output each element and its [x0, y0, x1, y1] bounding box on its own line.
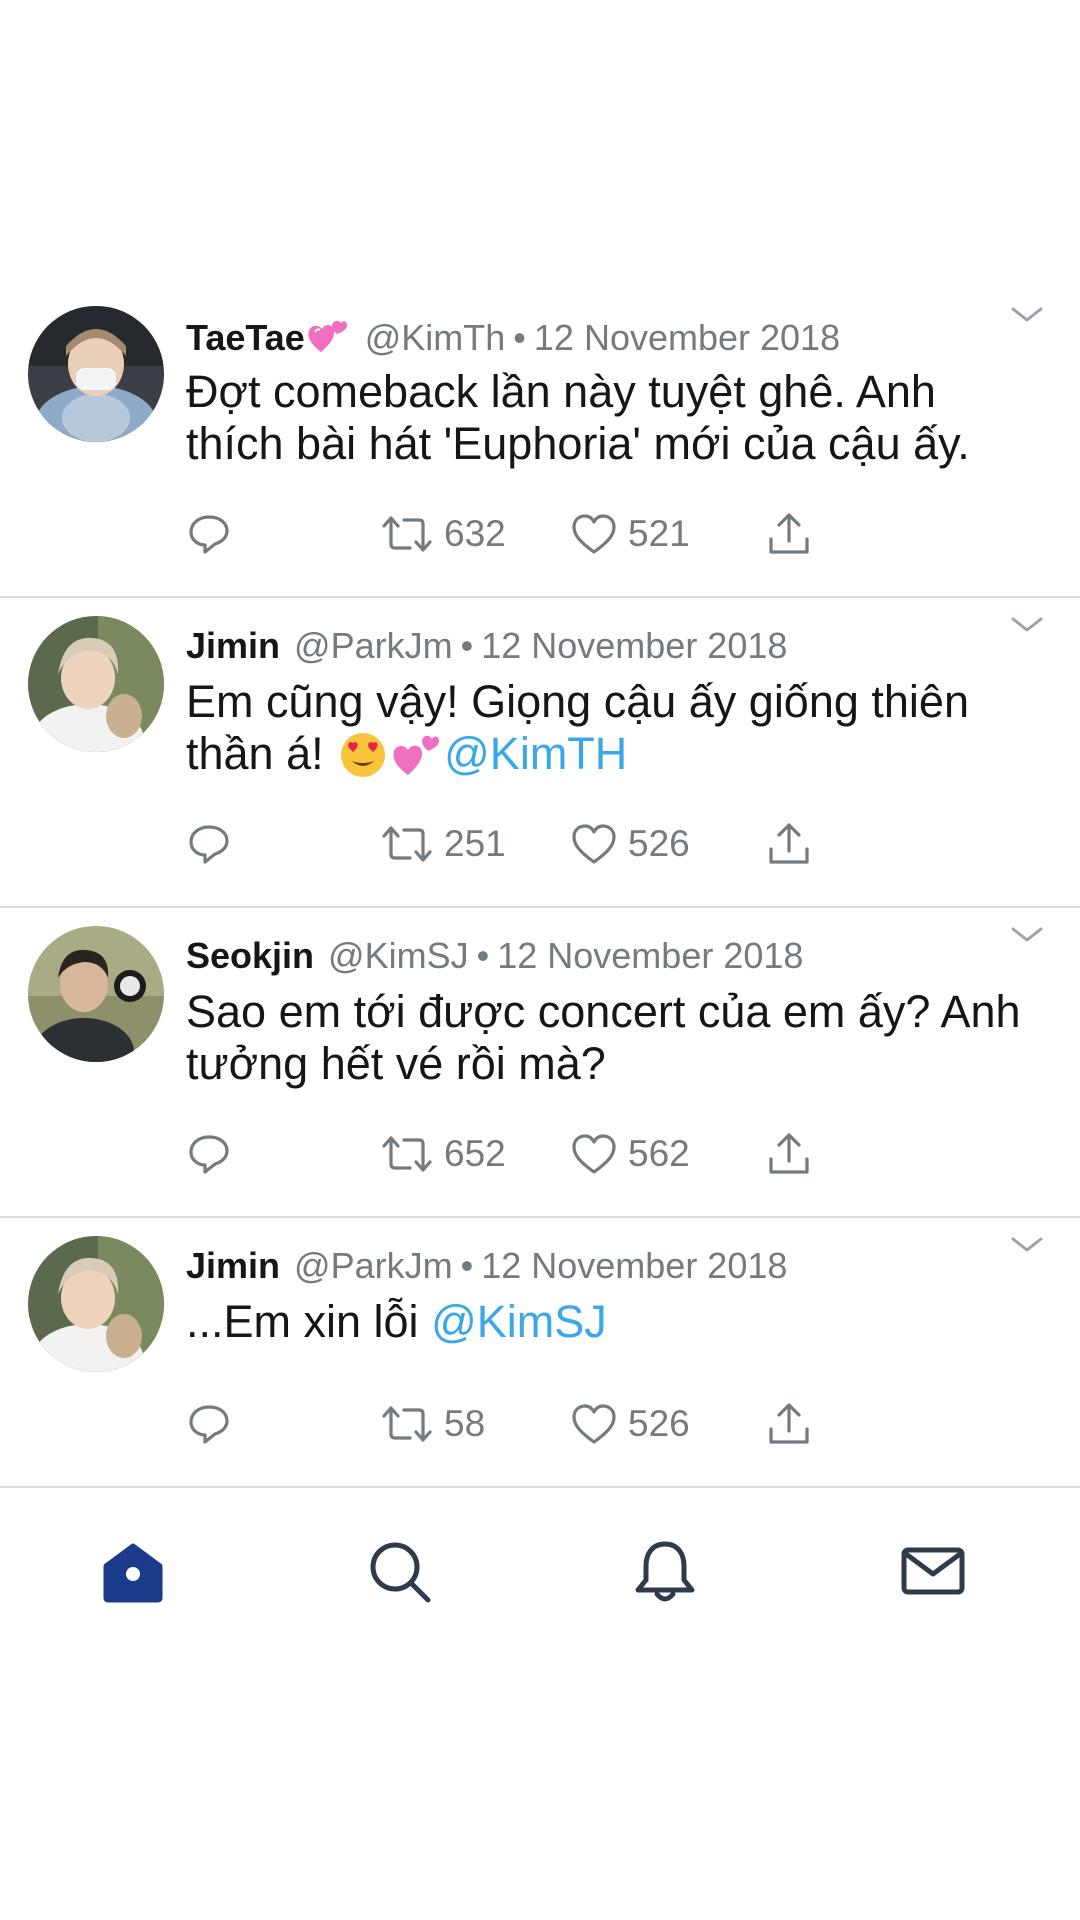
retweet-button[interactable]: 632 [380, 506, 506, 562]
reply-button[interactable] [186, 1396, 242, 1452]
bottom-tab-bar [0, 1500, 1080, 1620]
reply-icon [189, 1135, 229, 1174]
avatar-image [28, 926, 164, 1062]
tab-notifications[interactable] [630, 1536, 700, 1606]
heart-eyes-emoji [341, 733, 386, 777]
handle[interactable]: @ParkJm [294, 1245, 453, 1286]
reply-icon [189, 1405, 229, 1444]
tweet-text-content: ...Em xin lỗi [186, 1296, 432, 1347]
tweet-header: TaeTae @KimTh • 12 November 2018 [186, 316, 1020, 358]
display-name[interactable]: TaeTae [186, 317, 305, 358]
retweet-icon [382, 516, 432, 552]
like-button[interactable]: 526 [570, 1396, 690, 1452]
tweet[interactable]: Jimin @ParkJm • 12 November 2018 Em cũng vậ… [0, 598, 1080, 908]
handle[interactable]: @KimTh [365, 317, 506, 358]
tweet-feed: TaeTae @KimTh • 12 November 2018 Đợt comeb… [0, 288, 1080, 1488]
avatar-image [28, 1236, 164, 1372]
tweet[interactable]: TaeTae @KimTh • 12 November 2018 Đợt comeb… [0, 288, 1080, 598]
notifications-icon [635, 1541, 695, 1602]
like-button[interactable]: 521 [570, 506, 690, 562]
display-name[interactable]: Jimin [186, 625, 280, 666]
retweet-count: 58 [444, 1403, 486, 1444]
mention-link[interactable]: @KimTH [444, 728, 627, 779]
retweet-icon [382, 826, 432, 862]
heart-icon [572, 824, 616, 864]
tweet-header: Seokjin @KimSJ • 12 November 2018 [186, 936, 1020, 976]
reply-button[interactable] [186, 506, 242, 562]
heart-icon [572, 1134, 616, 1174]
tweet-actions: 652 562 [186, 1126, 826, 1182]
avatar-image [28, 616, 164, 752]
separator: • [513, 317, 526, 358]
share-icon [769, 1133, 809, 1174]
retweet-count: 652 [444, 1133, 506, 1174]
share-icon [769, 1403, 809, 1444]
retweet-count: 251 [444, 823, 506, 864]
avatar[interactable] [28, 306, 164, 442]
like-count: 526 [628, 823, 690, 864]
tweet[interactable]: Seokjin @KimSJ • 12 November 2018 Sao em tớ… [0, 908, 1080, 1218]
share-button[interactable] [766, 506, 812, 562]
separator: • [460, 1245, 474, 1286]
tweet-actions: 251 526 [186, 816, 826, 872]
like-count: 562 [628, 1133, 690, 1174]
tweet[interactable]: Jimin @ParkJm • 12 November 2018 ...Em xin … [0, 1218, 1080, 1488]
retweet-button[interactable]: 652 [380, 1126, 506, 1182]
search-icon [370, 1542, 431, 1603]
handle[interactable]: @ParkJm [294, 625, 453, 666]
like-count: 521 [628, 513, 690, 554]
tweet-header: Jimin @ParkJm • 12 November 2018 [186, 626, 1020, 666]
messages-icon [901, 1547, 965, 1595]
separator: • [460, 625, 474, 666]
tweet-text-content: Đợt comeback lần này tuyệt ghê. Anh thíc… [186, 366, 970, 469]
like-count: 526 [628, 1403, 690, 1444]
timestamp[interactable]: 12 November 2018 [481, 625, 787, 666]
retweet-count: 632 [444, 513, 506, 554]
reply-icon [189, 825, 229, 864]
home-icon [103, 1543, 163, 1603]
reply-button[interactable] [186, 816, 242, 872]
tab-search[interactable] [364, 1536, 434, 1606]
tweet-header: Jimin @ParkJm • 12 November 2018 [186, 1246, 1020, 1286]
two-hearts-emoji [393, 735, 440, 775]
display-name[interactable]: Seokjin [186, 935, 314, 976]
heart-icon [572, 514, 616, 554]
share-icon [769, 823, 809, 864]
heart-icon [572, 1404, 616, 1444]
tab-messages[interactable] [898, 1536, 968, 1606]
handle[interactable]: @KimSJ [328, 935, 469, 976]
share-button[interactable] [766, 1396, 812, 1452]
like-button[interactable]: 562 [570, 1126, 690, 1182]
timestamp[interactable]: 12 November 2018 [534, 317, 840, 358]
timestamp[interactable]: 12 November 2018 [497, 935, 803, 976]
timestamp[interactable]: 12 November 2018 [481, 1245, 787, 1286]
display-name[interactable]: Jimin [186, 1245, 280, 1286]
heart-emoji [308, 320, 347, 352]
avatar[interactable] [28, 1236, 164, 1372]
avatar-image [28, 306, 164, 442]
retweet-icon [382, 1136, 432, 1172]
tweet-text: Đợt comeback lần này tuyệt ghê. Anh thíc… [186, 366, 1040, 470]
avatar[interactable] [28, 926, 164, 1062]
retweet-button[interactable]: 58 [380, 1396, 485, 1452]
tweet-text: Em cũng vậy! Giọng cậu ấy giống thiên th… [186, 676, 1040, 780]
retweet-button[interactable]: 251 [380, 816, 506, 872]
share-button[interactable] [766, 1126, 812, 1182]
mention-link[interactable]: @KimSJ [431, 1296, 607, 1347]
reply-icon [189, 515, 229, 554]
tweet-text-content: Sao em tới được concert của em ấy? Anh t… [186, 986, 1021, 1089]
separator: • [476, 935, 490, 976]
share-icon [769, 513, 809, 554]
tweet-actions: 632 521 [186, 506, 826, 562]
share-button[interactable] [766, 816, 812, 872]
reply-button[interactable] [186, 1126, 242, 1182]
tweet-text: Sao em tới được concert của em ấy? Anh t… [186, 986, 1040, 1090]
tweet-actions: 58 526 [186, 1396, 826, 1452]
retweet-icon [382, 1406, 432, 1442]
tab-home[interactable] [98, 1536, 168, 1606]
avatar[interactable] [28, 616, 164, 752]
tweet-text: ...Em xin lỗi @KimSJ [186, 1296, 1040, 1348]
like-button[interactable]: 526 [570, 816, 690, 872]
